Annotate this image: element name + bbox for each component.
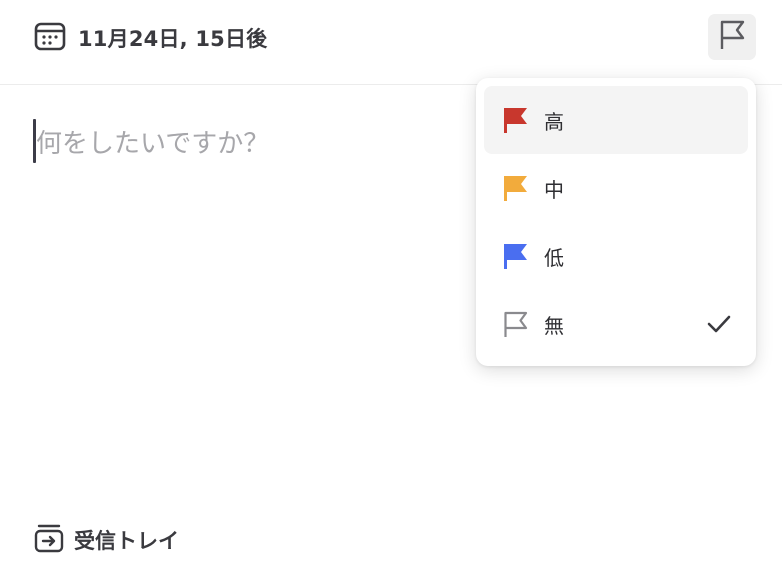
task-header: 11月24日, 15日後 xyxy=(0,0,782,85)
priority-button[interactable] xyxy=(708,14,756,60)
priority-option-label: 低 xyxy=(544,245,564,270)
due-date-button[interactable]: 11月24日, 15日後 xyxy=(34,20,267,56)
priority-option-label: 中 xyxy=(544,177,564,202)
priority-option-label: 高 xyxy=(544,109,564,134)
flag-medium-icon xyxy=(502,174,530,202)
priority-option-low[interactable]: 低 xyxy=(484,222,748,290)
priority-option-label: 無 xyxy=(544,313,564,338)
task-title-placeholder: 何をしたいですか？ xyxy=(36,128,270,159)
flag-low-icon xyxy=(502,242,530,270)
project-selector[interactable]: 受信トレイ xyxy=(34,522,179,558)
flag-high-icon xyxy=(502,106,530,134)
project-label: 受信トレイ xyxy=(74,529,179,553)
checkmark-icon xyxy=(706,312,732,336)
flag-icon xyxy=(717,19,747,55)
priority-option-medium[interactable]: 中 xyxy=(484,154,748,222)
task-title-editor[interactable]: 何をしたいですか？ xyxy=(33,118,269,164)
inbox-icon xyxy=(34,523,64,557)
due-date-label: 11月24日, 15日後 xyxy=(78,27,268,51)
flag-none-icon xyxy=(502,310,530,338)
priority-menu: 高 中 低 無 xyxy=(476,78,756,366)
priority-option-none[interactable]: 無 xyxy=(484,290,748,358)
priority-option-high[interactable]: 高 xyxy=(484,86,748,154)
calendar-icon xyxy=(34,21,66,55)
